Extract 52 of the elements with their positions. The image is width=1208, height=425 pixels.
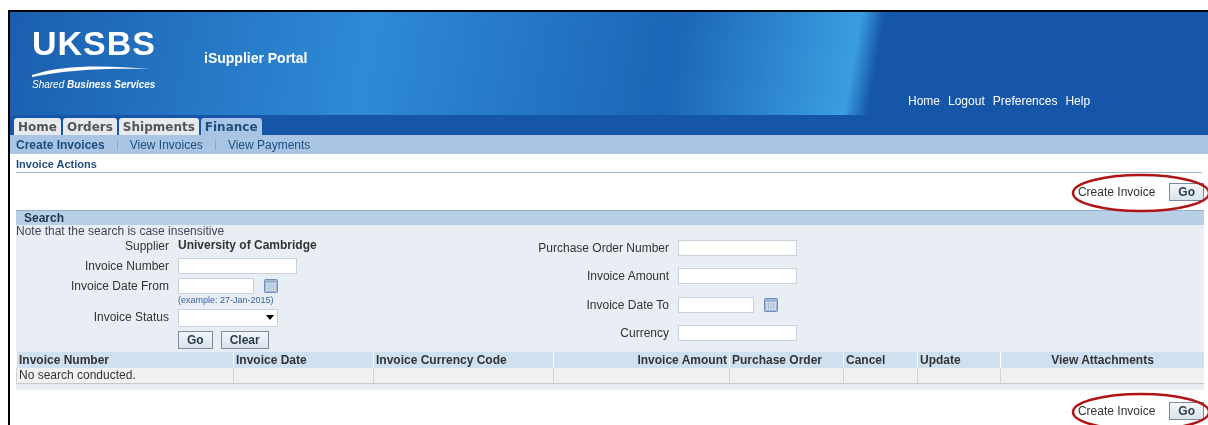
calendar-icon[interactable] bbox=[764, 297, 778, 312]
field-label: Supplier bbox=[123, 238, 169, 254]
field-label: Purchase Order Number bbox=[537, 240, 669, 256]
column-header: View Attachments bbox=[1000, 352, 1204, 368]
column-header: Invoice Number bbox=[16, 352, 233, 368]
column-header: Invoice Date bbox=[233, 352, 373, 368]
action-choice: Create Invoice bbox=[1077, 185, 1156, 199]
empty-message: No search conducted. bbox=[16, 368, 233, 384]
go-button[interactable]: Go bbox=[1169, 402, 1204, 420]
action-choice: Create Invoice bbox=[1077, 404, 1156, 418]
status-dropdown[interactable] bbox=[178, 309, 278, 327]
field-label: Invoice Date To bbox=[585, 296, 669, 313]
column-header: Update bbox=[917, 352, 1000, 368]
section-title: Invoice Actions bbox=[16, 158, 1202, 173]
field-label: Invoice Amount bbox=[585, 268, 669, 285]
date-hint: (example: 27-Jan-2015) bbox=[178, 295, 275, 305]
input-field[interactable] bbox=[178, 258, 297, 274]
app-title: iSupplier Portal bbox=[204, 50, 308, 66]
header-link[interactable]: Home bbox=[908, 94, 940, 108]
search-button[interactable]: Clear bbox=[220, 331, 269, 349]
nav-tab[interactable]: Home bbox=[14, 118, 61, 135]
field-label: Currency bbox=[619, 324, 669, 341]
field-label: Invoice Status bbox=[92, 309, 169, 325]
column-header: Cancel bbox=[843, 352, 917, 368]
nav-tab[interactable]: Orders bbox=[62, 118, 117, 135]
calendar-icon[interactable] bbox=[264, 279, 278, 293]
subnav-link[interactable]: View Invoices bbox=[129, 137, 203, 152]
header-link[interactable]: Help bbox=[1065, 94, 1091, 108]
subnav-link[interactable]: Create Invoices bbox=[16, 137, 105, 152]
search-button[interactable]: Go bbox=[178, 331, 213, 349]
field-label: Invoice Number bbox=[83, 258, 169, 274]
header-link[interactable]: Preferences bbox=[992, 94, 1058, 108]
supplier-value: University of Cambridge bbox=[178, 238, 318, 252]
column-header: Purchase Order bbox=[729, 352, 843, 368]
search-note: Note that the search is case insensitive bbox=[16, 225, 226, 238]
field-label: Invoice Date From bbox=[69, 278, 169, 294]
column-header: Invoice Currency Code bbox=[373, 352, 553, 368]
date-field[interactable] bbox=[178, 278, 254, 294]
header-link[interactable]: Logout bbox=[948, 94, 985, 108]
input-field[interactable] bbox=[678, 324, 797, 341]
go-button[interactable]: Go bbox=[1169, 183, 1204, 201]
nav-tab[interactable]: Shipments bbox=[118, 118, 199, 135]
logo: UKSBS bbox=[32, 24, 158, 63]
input-field[interactable] bbox=[678, 240, 797, 256]
search-header: Search bbox=[16, 210, 1204, 225]
nav-tab[interactable]: Finance bbox=[200, 118, 262, 135]
subnav-link[interactable]: View Payments bbox=[227, 137, 311, 152]
input-field[interactable] bbox=[678, 268, 797, 285]
date-field[interactable] bbox=[678, 296, 754, 313]
caret-icon bbox=[266, 315, 274, 320]
logo-tagline: Shared Business Services bbox=[32, 79, 157, 90]
column-header: Invoice Amount bbox=[553, 352, 729, 368]
